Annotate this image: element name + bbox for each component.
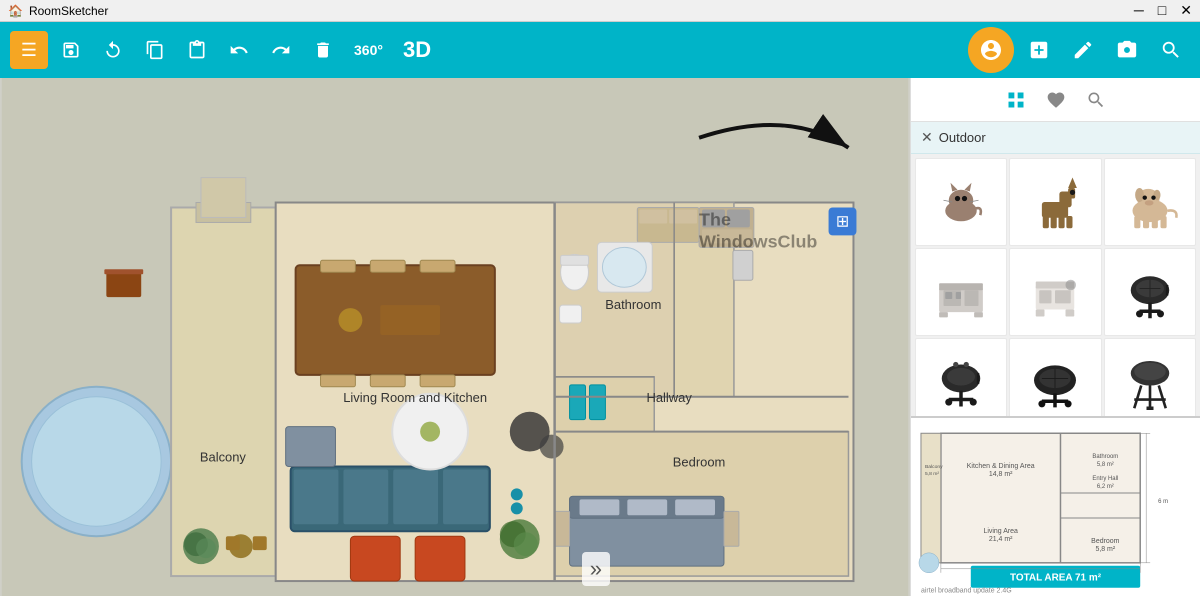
outdoor-kitchen-icon xyxy=(926,257,996,327)
panel-icons-bar xyxy=(911,78,1200,122)
favorites-button[interactable] xyxy=(1046,90,1066,110)
scroll-arrow[interactable]: » xyxy=(582,552,610,586)
svg-text:Kitchen & Dining Area: Kitchen & Dining Area xyxy=(967,463,1035,470)
panel-search-button[interactable] xyxy=(1086,90,1106,110)
outdoor-label: ✕ Outdoor xyxy=(911,122,1200,154)
view-3d-button[interactable]: 3D xyxy=(395,33,439,67)
close-button[interactable]: ✕ xyxy=(1180,2,1192,19)
svg-text:The: The xyxy=(699,209,731,229)
svg-text:Hallway: Hallway xyxy=(647,390,693,405)
svg-text:21,4 m²: 21,4 m² xyxy=(989,536,1013,543)
svg-text:Bedroom: Bedroom xyxy=(1091,538,1119,545)
outdoor-bar-icon xyxy=(1020,257,1090,327)
outdoor-close-button[interactable]: ✕ xyxy=(921,129,933,146)
undo-redo-button[interactable] xyxy=(94,31,132,69)
minimize-button[interactable]: ─ xyxy=(1134,2,1144,19)
item-grill-black3[interactable] xyxy=(1009,338,1101,416)
svg-text:Balcony: Balcony xyxy=(925,464,943,470)
camera-button[interactable] xyxy=(1108,31,1146,69)
item-outdoor-bar[interactable] xyxy=(1009,248,1101,336)
save-button[interactable] xyxy=(52,31,90,69)
mini-map: Kitchen & Dining Area 14,8 m² Bathroom 5… xyxy=(911,416,1200,596)
svg-text:WindowsClub: WindowsClub xyxy=(699,231,817,251)
mini-map-svg: Kitchen & Dining Area 14,8 m² Bathroom 5… xyxy=(911,418,1200,596)
svg-text:Balcony: Balcony xyxy=(200,450,247,465)
title-bar-controls[interactable]: ─ □ ✕ xyxy=(1134,2,1192,19)
title-bar-left: 🏠 RoomSketcher xyxy=(8,4,108,18)
svg-text:5,8 m²: 5,8 m² xyxy=(1095,546,1115,553)
svg-text:6,2 m²: 6,2 m² xyxy=(1097,484,1114,490)
svg-text:Bathroom: Bathroom xyxy=(1092,454,1118,460)
grid-view-button[interactable] xyxy=(1006,90,1026,110)
user-profile-button[interactable] xyxy=(968,27,1014,73)
svg-text:⊞: ⊞ xyxy=(836,213,849,230)
undo-button[interactable] xyxy=(220,31,258,69)
menu-button[interactable]: ☰ xyxy=(10,31,48,69)
outdoor-category-label: Outdoor xyxy=(939,130,986,145)
item-cat[interactable] xyxy=(915,158,1007,246)
svg-text:Bathroom: Bathroom xyxy=(605,297,661,312)
app-icon: 🏠 xyxy=(8,4,23,18)
horse-icon xyxy=(1020,167,1090,237)
maximize-button[interactable]: □ xyxy=(1158,2,1166,19)
toolbar: ☰ 360° 3D xyxy=(0,22,1200,78)
svg-text:6 m: 6 m xyxy=(1158,499,1168,505)
grill-stand1-icon xyxy=(1115,347,1185,416)
svg-text:airtel broadband update 2.4G: airtel broadband update 2.4G xyxy=(921,588,1012,595)
svg-text:5,8 m²: 5,8 m² xyxy=(1097,462,1114,468)
edit-button[interactable] xyxy=(1064,31,1102,69)
floorplan-svg: Bathroom Hallway Living Room and Kitchen… xyxy=(0,78,910,596)
svg-text:Entry Hall: Entry Hall xyxy=(1092,476,1118,482)
svg-text:Living Area: Living Area xyxy=(983,528,1018,535)
svg-text:Living Room and Kitchen: Living Room and Kitchen xyxy=(343,390,487,405)
svg-text:5,8 m²: 5,8 m² xyxy=(925,471,939,477)
items-grid xyxy=(911,154,1200,416)
delete-button[interactable] xyxy=(304,31,342,69)
app-title: RoomSketcher xyxy=(29,4,108,18)
grill-black3-icon xyxy=(1020,347,1090,416)
svg-text:Bedroom: Bedroom xyxy=(673,455,726,470)
add-button[interactable] xyxy=(1020,31,1058,69)
item-dog[interactable] xyxy=(1104,158,1196,246)
search-button[interactable] xyxy=(1152,31,1190,69)
grill-black2-icon xyxy=(926,347,996,416)
title-bar: 🏠 RoomSketcher ─ □ ✕ xyxy=(0,0,1200,22)
view-360-button[interactable]: 360° xyxy=(346,38,391,62)
item-outdoor-kitchen[interactable] xyxy=(915,248,1007,336)
svg-text:TOTAL AREA 71 m²: TOTAL AREA 71 m² xyxy=(1010,573,1102,584)
item-grill-black2[interactable] xyxy=(915,338,1007,416)
dog-icon xyxy=(1115,167,1185,237)
copy-button[interactable] xyxy=(136,31,174,69)
redo-button[interactable] xyxy=(262,31,300,69)
paste-button[interactable] xyxy=(178,31,216,69)
item-horse[interactable] xyxy=(1009,158,1101,246)
cat-icon xyxy=(926,167,996,237)
canvas-area: Bathroom Hallway Living Room and Kitchen… xyxy=(0,78,910,596)
toolbar-right xyxy=(968,27,1190,73)
right-panel: ✕ Outdoor xyxy=(910,78,1200,596)
svg-text:14,8 m²: 14,8 m² xyxy=(989,471,1013,478)
item-grill-stand1[interactable] xyxy=(1104,338,1196,416)
grill-black1-icon xyxy=(1115,257,1185,327)
item-grill-black1[interactable] xyxy=(1104,248,1196,336)
